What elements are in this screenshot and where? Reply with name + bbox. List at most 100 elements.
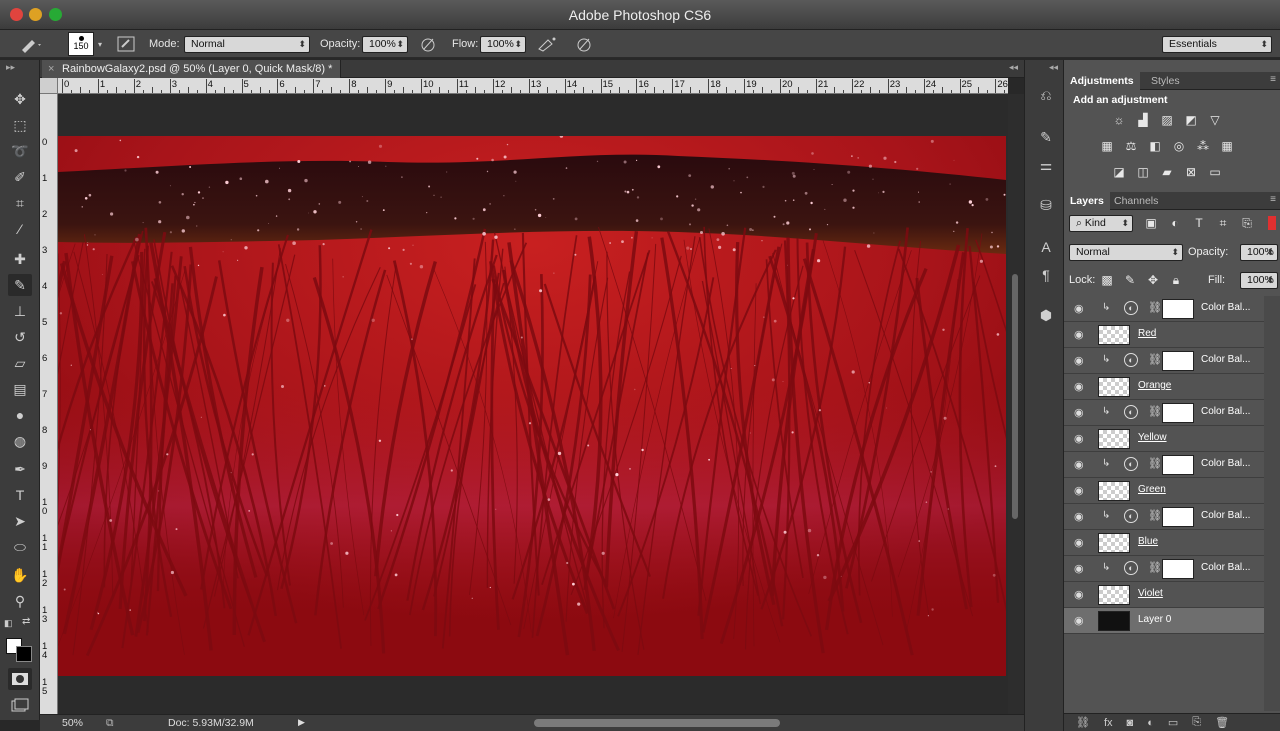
airbrush-button[interactable] bbox=[536, 30, 558, 58]
brush-presets-panel-icon[interactable]: ✎ bbox=[1035, 126, 1057, 148]
layer-row[interactable]: ◉ ↳ ◐ ⛓ Color Bal... bbox=[1064, 556, 1264, 582]
lock-all-icon[interactable]: 🔒︎ bbox=[1167, 272, 1185, 288]
eye-icon[interactable]: ◉ bbox=[1074, 354, 1084, 367]
layer-mask-thumbnail[interactable] bbox=[1162, 351, 1194, 371]
layer-thumbnail[interactable] bbox=[1098, 325, 1130, 345]
move-tool[interactable]: ✥ bbox=[8, 88, 32, 110]
layer-row[interactable]: ◉ ↳ ◐ ⛓ Color Bal... bbox=[1064, 296, 1264, 322]
layer-row[interactable]: ◉ Blue bbox=[1064, 530, 1264, 556]
black-white-icon[interactable]: ◧ bbox=[1146, 138, 1164, 154]
document-tab[interactable]: × RainbowGalaxy2.psd @ 50% (Layer 0, Qui… bbox=[42, 60, 342, 78]
mask-link-icon[interactable]: ⛓ bbox=[1148, 509, 1162, 522]
mask-link-icon[interactable]: ⛓ bbox=[1148, 561, 1162, 574]
mask-link-icon[interactable]: ⛓ bbox=[1148, 405, 1162, 418]
layer-row[interactable]: ◉ ↳ ◐ ⛓ Color Bal... bbox=[1064, 452, 1264, 478]
layer-mask-thumbnail[interactable] bbox=[1162, 403, 1194, 423]
levels-icon[interactable]: ▟ bbox=[1134, 112, 1152, 128]
new-layer-icon[interactable]: ⎘ bbox=[1192, 716, 1201, 729]
blur-tool[interactable]: ● bbox=[8, 404, 32, 426]
workspace-switcher[interactable]: Essentials bbox=[1162, 35, 1272, 53]
mask-link-icon[interactable]: ⛓ bbox=[1148, 301, 1162, 314]
zoom-level[interactable]: 50% bbox=[62, 717, 83, 729]
layer-name[interactable]: Color Bal... bbox=[1201, 406, 1250, 417]
brush-panel-toggle[interactable] bbox=[116, 30, 136, 58]
vertical-ruler[interactable]: 0 1 2 3 4 5 6 7 8 9 1 0 1 1 1 2 1 3 1 4 1 5 bbox=[40, 94, 58, 720]
window-minimize-button[interactable] bbox=[29, 8, 42, 21]
layer-row[interactable]: ◉ ↳ ◐ ⛓ Color Bal... bbox=[1064, 504, 1264, 530]
layer-name[interactable]: Color Bal... bbox=[1201, 458, 1250, 469]
dodge-tool[interactable]: ◍ bbox=[8, 430, 32, 452]
layer-name[interactable]: Color Bal... bbox=[1201, 354, 1250, 365]
eye-icon[interactable]: ◉ bbox=[1074, 328, 1084, 341]
layer-row[interactable]: ◉ Green bbox=[1064, 478, 1264, 504]
eye-icon[interactable]: ◉ bbox=[1074, 432, 1084, 445]
layer-mask-thumbnail[interactable] bbox=[1162, 455, 1194, 475]
window-close-button[interactable] bbox=[10, 8, 23, 21]
mask-link-icon[interactable]: ⛓ bbox=[1148, 353, 1162, 366]
panel-menu-icon[interactable]: ≡ bbox=[1270, 74, 1276, 85]
layers-scrollbar[interactable] bbox=[1264, 296, 1280, 711]
background-color-swatch[interactable] bbox=[16, 646, 32, 662]
filter-type-icon[interactable]: T bbox=[1190, 215, 1208, 231]
mask-link-icon[interactable]: ⛓ bbox=[1148, 457, 1162, 470]
horizontal-ruler[interactable]: 0 1 2 3 4 5 6 7 8 9 10 11 12 13 14 15 16 17 18 19 20 21 22 23 24… bbox=[58, 78, 1008, 94]
clone-source-panel-icon[interactable]: ⛁ bbox=[1035, 194, 1057, 216]
layer-thumbnail[interactable] bbox=[1098, 377, 1130, 397]
layer-row[interactable]: ◉ Yellow bbox=[1064, 426, 1264, 452]
quick-select-tool[interactable]: ✐ bbox=[8, 166, 32, 188]
brush-panel-icon[interactable]: ⚌ bbox=[1035, 154, 1057, 176]
exposure-icon[interactable]: ◩ bbox=[1182, 112, 1200, 128]
paragraph-panel-icon[interactable]: ¶ bbox=[1035, 264, 1057, 286]
layer-thumbnail[interactable] bbox=[1098, 481, 1130, 501]
layer-row[interactable]: ◉ Red bbox=[1064, 322, 1264, 348]
lock-transparency-icon[interactable]: ▩ bbox=[1098, 272, 1116, 288]
collapse-toolbar-icon[interactable]: ▸▸ bbox=[6, 62, 15, 73]
tab-adjustments[interactable]: Adjustments bbox=[1064, 72, 1140, 90]
layer-opacity-input[interactable]: 100% bbox=[1240, 244, 1278, 261]
fx-icon[interactable]: fx bbox=[1104, 717, 1113, 729]
selective-color-icon[interactable]: ▭ bbox=[1206, 164, 1224, 180]
close-tab-icon[interactable]: × bbox=[48, 60, 54, 78]
lasso-tool[interactable]: ➰ bbox=[8, 140, 32, 162]
swap-colors-icon[interactable]: ⇄ bbox=[22, 616, 30, 627]
mode-select[interactable]: Normal bbox=[184, 35, 310, 53]
lock-pixels-icon[interactable]: ✎ bbox=[1121, 272, 1139, 288]
eraser-tool[interactable]: ▱ bbox=[8, 352, 32, 374]
eyedropper-tool[interactable]: ⁄ bbox=[8, 218, 32, 240]
eye-icon[interactable]: ◉ bbox=[1074, 458, 1084, 471]
collapse-panels-icon[interactable]: ◂◂ bbox=[1009, 62, 1018, 73]
eye-icon[interactable]: ◉ bbox=[1074, 484, 1084, 497]
new-adjustment-icon[interactable]: ◐ bbox=[1147, 717, 1154, 729]
pressure-opacity-button[interactable] bbox=[418, 30, 438, 58]
status-menu-icon[interactable]: ⧉ bbox=[106, 717, 114, 730]
gradient-tool[interactable]: ▤ bbox=[8, 378, 32, 400]
eye-icon[interactable]: ◉ bbox=[1074, 536, 1084, 549]
vertical-scrollbar[interactable] bbox=[1008, 94, 1024, 720]
filter-smart-object-icon[interactable]: ⎘ bbox=[1238, 215, 1256, 231]
layer-row[interactable]: ◉ Orange bbox=[1064, 374, 1264, 400]
type-tool[interactable]: T bbox=[8, 484, 32, 506]
layers-menu-icon[interactable]: ≡ bbox=[1270, 194, 1276, 205]
spot-heal-tool[interactable]: ✚ bbox=[8, 248, 32, 270]
eye-icon[interactable]: ◉ bbox=[1074, 588, 1084, 601]
curves-icon[interactable]: ▨ bbox=[1158, 112, 1176, 128]
pen-tool[interactable]: ✒ bbox=[8, 458, 32, 480]
layer-name[interactable]: Blue bbox=[1138, 536, 1158, 547]
vibrance-icon[interactable]: ▽ bbox=[1206, 112, 1224, 128]
color-balance-icon[interactable]: ⚖ bbox=[1122, 138, 1140, 154]
eye-icon[interactable]: ◉ bbox=[1074, 510, 1084, 523]
window-zoom-button[interactable] bbox=[49, 8, 62, 21]
new-group-icon[interactable]: ▭ bbox=[1168, 716, 1178, 729]
flow-input[interactable]: 100% bbox=[480, 35, 526, 53]
layer-thumbnail[interactable] bbox=[1098, 429, 1130, 449]
stamp-tool[interactable]: ⊥ bbox=[8, 300, 32, 322]
filter-toggle[interactable] bbox=[1268, 216, 1276, 230]
link-layers-icon[interactable]: ⛓ bbox=[1076, 716, 1090, 729]
hue-saturation-icon[interactable]: ▦ bbox=[1098, 138, 1116, 154]
layer-thumbnail[interactable] bbox=[1098, 533, 1130, 553]
quick-mask-button[interactable] bbox=[8, 668, 32, 690]
layer-name[interactable]: Orange bbox=[1138, 380, 1171, 391]
layer-name[interactable]: Layer 0 bbox=[1138, 614, 1171, 625]
layer-name[interactable]: Violet bbox=[1138, 588, 1163, 599]
add-mask-icon[interactable]: ◙ bbox=[1127, 717, 1134, 729]
